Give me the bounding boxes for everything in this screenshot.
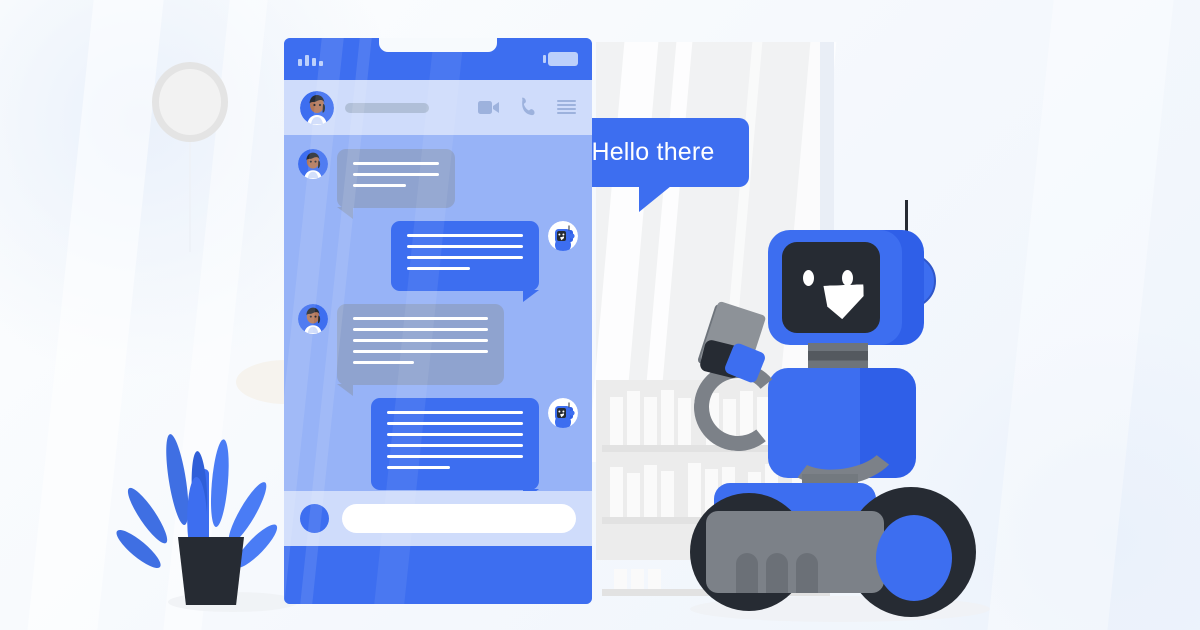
header-actions [478,97,576,118]
book [627,473,640,517]
book [610,397,623,445]
robot-avatar[interactable] [548,221,578,251]
message-line [387,455,523,458]
message-composer [284,491,592,546]
illustration-canvas: Hello there [0,0,1200,630]
robot-wheel-hub [876,515,952,601]
robot-tread [766,553,788,593]
robot-eye-left [803,270,814,286]
chatbot-robot [684,195,1004,620]
message-bubble-incoming[interactable] [337,304,504,396]
battery-body [548,52,578,66]
message-line [387,422,523,425]
message-line [353,339,488,342]
message-line [407,245,523,248]
background-streak-1 [22,0,168,630]
table-row [298,398,578,501]
robot-avatar[interactable] [548,398,578,428]
message-line [407,267,470,270]
bubble-tail [337,384,353,396]
message-line [353,173,439,176]
message-line [353,361,414,364]
message-line [407,256,523,259]
message-line [353,184,407,187]
phone-footer [284,546,592,604]
book [648,569,661,589]
table-row [298,221,578,302]
table-row [298,149,578,219]
speech-bubble-tail [639,186,671,212]
plant-pot [178,537,244,605]
message-bubble-outgoing[interactable] [371,398,539,501]
message-line [387,444,523,447]
message-line [407,234,523,237]
message-line [387,411,523,414]
robot-neck [808,343,868,370]
woman-avatar[interactable] [298,149,328,179]
message-input[interactable] [342,504,576,533]
book [614,569,627,589]
book [627,391,640,445]
robot-eye-right [842,270,853,286]
book [644,397,657,445]
wall-ring-decor [152,62,228,142]
contact-name-placeholder [345,102,429,113]
book [644,465,657,517]
message-line [353,162,439,165]
message-line [353,350,488,353]
woman-avatar[interactable] [298,304,328,334]
phone-call-icon[interactable] [518,97,539,118]
bubble-tail [523,290,539,302]
background-streak-3 [982,0,1178,630]
message-bubble-incoming[interactable] [337,149,455,219]
book [610,467,623,517]
attach-button[interactable] [300,504,329,533]
message-line [387,466,450,469]
message-bubble-outgoing[interactable] [391,221,539,302]
menu-icon[interactable] [557,100,576,115]
chat-phone [284,38,592,604]
message-line [353,328,488,331]
battery-icon [543,52,578,66]
phone-statusbar [284,38,592,80]
book [661,390,674,445]
chat-header [284,80,592,135]
potted-plant [111,425,283,605]
phone-notch [379,38,497,52]
plant-leaf [208,438,232,528]
table-row [298,304,578,396]
message-line [387,433,523,436]
robot-tread [736,553,758,593]
message-thread[interactable] [284,135,592,501]
wall-ring-stem [189,142,191,252]
robot-base-body [706,511,884,593]
book [631,569,644,589]
message-line [353,317,488,320]
robot-tread [796,553,818,593]
video-call-icon[interactable] [478,100,500,115]
battery-nub [543,55,546,63]
bubble-tail [337,207,353,219]
signal-bars-icon [298,52,323,66]
book [661,471,674,517]
speech-bubble-text: Hello there [591,138,715,166]
woman-avatar[interactable] [300,90,334,125]
